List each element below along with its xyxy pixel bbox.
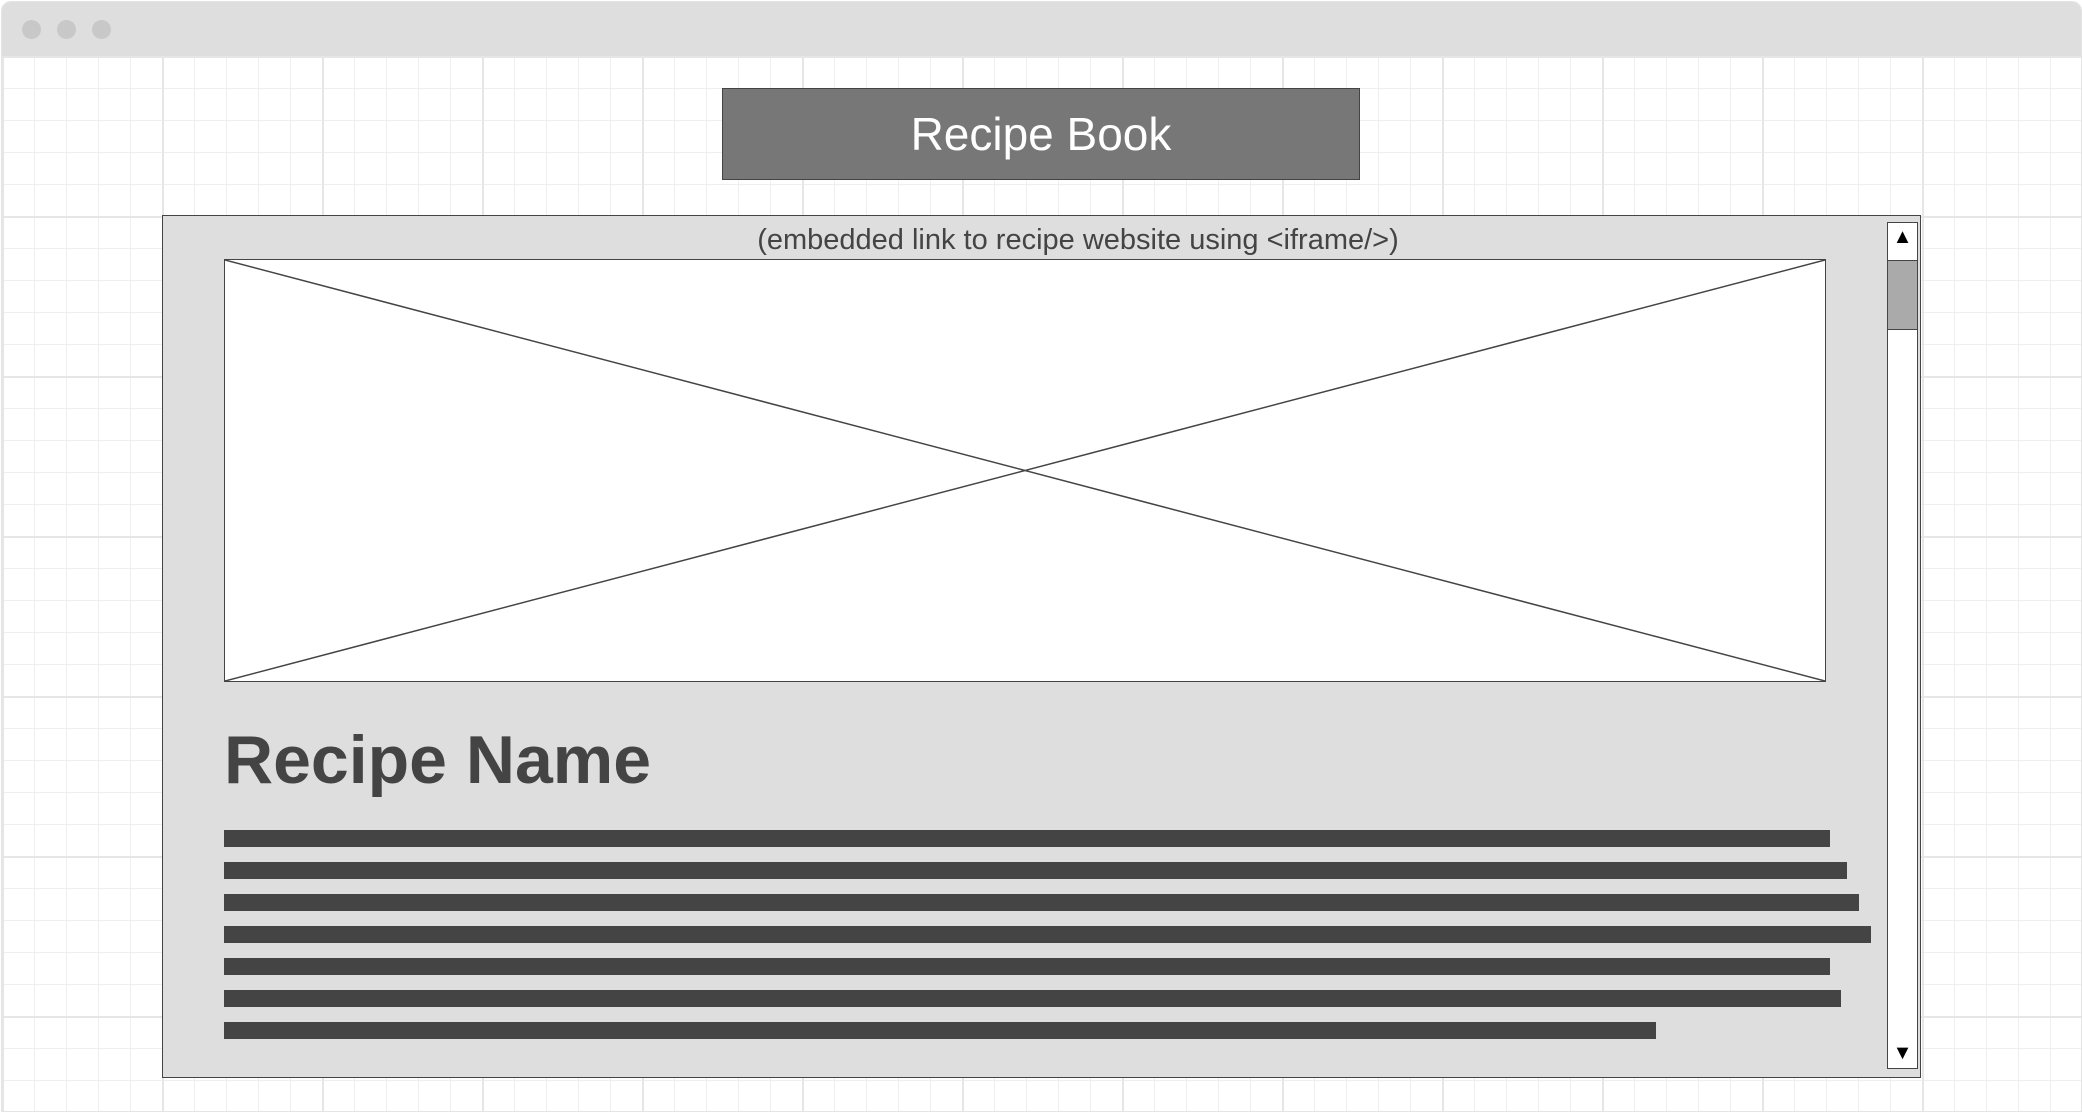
close-window-dot-icon[interactable] bbox=[22, 20, 41, 39]
recipe-name-heading: Recipe Name bbox=[224, 722, 652, 798]
text-line-placeholder bbox=[224, 926, 1871, 943]
text-line-placeholder bbox=[224, 830, 1830, 847]
scrollbar-thumb[interactable] bbox=[1888, 260, 1917, 330]
text-line-placeholder bbox=[224, 990, 1841, 1007]
iframe-placeholder[interactable] bbox=[224, 259, 1826, 682]
text-line-placeholder bbox=[224, 958, 1830, 975]
iframe-caption: (embedded link to recipe website using <… bbox=[757, 224, 1399, 256]
scroll-up-arrow-icon[interactable]: ▲ bbox=[1888, 226, 1917, 249]
recipe-book-header[interactable]: Recipe Book bbox=[722, 88, 1360, 180]
title-bar bbox=[2, 2, 2081, 56]
text-line-placeholder bbox=[224, 862, 1847, 879]
scroll-down-arrow-icon[interactable]: ▼ bbox=[1888, 1042, 1917, 1065]
text-line-placeholder bbox=[224, 1022, 1656, 1039]
text-line-placeholder bbox=[224, 894, 1859, 911]
image-placeholder-icon bbox=[225, 260, 1825, 681]
minimize-window-dot-icon[interactable] bbox=[57, 20, 76, 39]
recipe-panel: (embedded link to recipe website using <… bbox=[162, 215, 1921, 1078]
maximize-window-dot-icon[interactable] bbox=[92, 20, 111, 39]
vertical-scrollbar[interactable]: ▲ ▼ bbox=[1887, 222, 1918, 1069]
